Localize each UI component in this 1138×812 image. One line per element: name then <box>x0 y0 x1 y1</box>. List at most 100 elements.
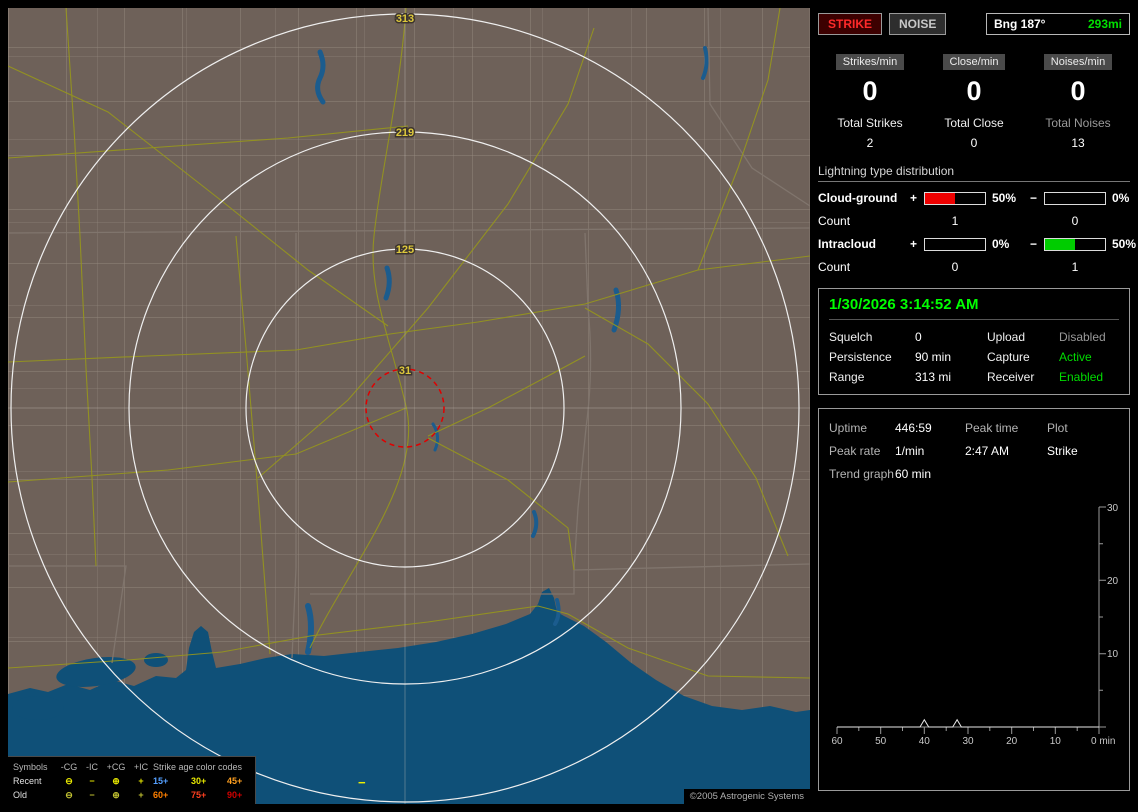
cg-positive-count: 1 <box>951 214 959 228</box>
ic-positive-count: 0 <box>951 260 959 274</box>
map-panel[interactable]: 313 219 125 31 − Symbols -CG -IC +CG +IC… <box>8 8 810 804</box>
x-tick-40: 40 <box>919 736 931 747</box>
rate-close: Close/min 0 Total Close 0 <box>922 54 1026 150</box>
status-panel: Uptime 446:59 Peak time Plot Peak rate 1… <box>818 408 1130 791</box>
copyright-text: ©2005 Astrogenic Systems <box>683 789 810 804</box>
distribution-title: Lightning type distribution <box>818 164 1130 182</box>
range-value: 313 mi <box>915 370 952 384</box>
plus-sign: + <box>910 237 918 251</box>
capture-label: Capture <box>987 350 1030 364</box>
cloud-ground-label: Cloud-ground <box>818 191 898 205</box>
cg-count-label: Count <box>818 214 851 228</box>
ring-label-31: 31 <box>399 365 411 377</box>
total-strikes-value: 2 <box>866 136 874 150</box>
trend-strike-trace <box>837 718 1099 728</box>
plot-label: Plot <box>1047 420 1068 435</box>
legend-row-recent-label: Recent <box>13 775 42 786</box>
x-tick-20: 20 <box>1006 736 1018 747</box>
bearing-readout: Bng 187° 293mi <box>986 13 1130 35</box>
age-15: 15+ <box>153 775 169 786</box>
trend-graph-label: Trend graph <box>829 466 894 481</box>
cg-negative-bar <box>1044 191 1106 205</box>
peak-time-value: 2:47 AM <box>965 443 1010 458</box>
noises-per-min-label: Noises/min <box>1043 54 1113 70</box>
age-45: 45+ <box>227 775 243 786</box>
cg-positive-bar <box>924 191 986 205</box>
datetime-display: 1/30/2026 3:14:52 AM <box>829 296 1119 320</box>
y-tick-30: 30 <box>1107 503 1119 514</box>
minus-ic-icon: − <box>89 775 95 786</box>
lake-west-3 <box>144 653 168 667</box>
ic-count-label: Count <box>818 260 851 274</box>
persistence-label: Persistence <box>829 350 892 364</box>
trend-graph-value: 60 min <box>895 466 932 481</box>
total-noises-label: Total Noises <box>1045 116 1111 130</box>
x-tick-50: 50 <box>875 736 887 747</box>
uptime-value: 446:59 <box>895 420 932 435</box>
legend-col-pcg: +CG <box>106 761 126 772</box>
state-borders <box>8 8 810 664</box>
x-tick-60: 60 <box>831 736 843 747</box>
squelch-value: 0 <box>915 330 922 344</box>
trend-x-ticks <box>836 727 1100 734</box>
ring-label-125: 125 <box>396 244 414 256</box>
nexstorm-window: 313 219 125 31 − Symbols -CG -IC +CG +IC… <box>0 0 1138 812</box>
bearing-label: Bng 187° <box>994 17 1046 31</box>
upload-label: Upload <box>987 330 1026 344</box>
y-tick-20: 20 <box>1107 576 1119 587</box>
trend-graph: 30 20 10 0 min 60 50 40 30 20 10 <box>831 503 1119 747</box>
y-tick-10: 10 <box>1107 649 1119 660</box>
x-tick-10: 10 <box>1050 736 1062 747</box>
rate-noises: Noises/min 0 Total Noises 13 <box>1026 54 1130 150</box>
strikes-per-min-value: 0 <box>862 76 878 106</box>
cg-positive-pct: 50% <box>992 191 1017 205</box>
receiver-label: Receiver <box>987 370 1035 384</box>
map-graphics: 313 219 125 31 − <box>8 8 810 804</box>
legend-col-pic: +IC <box>133 761 149 772</box>
peak-rate-label: Peak rate <box>829 443 881 458</box>
rivers <box>305 46 709 655</box>
minus-cg-icon: ⊖ <box>65 775 73 786</box>
legend-col-nic: -IC <box>86 761 98 772</box>
squelch-label: Squelch <box>829 330 873 344</box>
age-30: 30+ <box>191 775 207 786</box>
close-per-min-value: 0 <box>966 76 982 106</box>
map-legend: Symbols -CG -IC +CG +IC Strike age color… <box>8 756 256 804</box>
persistence-value: 90 min <box>915 350 952 364</box>
total-noises-value: 13 <box>1071 136 1085 150</box>
ring-label-219: 219 <box>396 127 414 139</box>
range-label: Range <box>829 370 865 384</box>
trend-y-ticks <box>1099 506 1106 728</box>
noise-toggle-button[interactable]: NOISE <box>889 13 947 35</box>
legend-symbols-header: Symbols <box>13 761 48 772</box>
settings-panel: 1/30/2026 3:14:52 AM Squelch 0 Upload Di… <box>818 288 1130 395</box>
upload-status: Disabled <box>1059 330 1106 344</box>
age-75: 75+ <box>191 789 207 800</box>
bearing-distance: 293mi <box>1087 17 1122 31</box>
toolbar: STRIKE NOISE Bng 187° 293mi <box>818 10 1130 38</box>
age-60: 60+ <box>153 789 169 800</box>
rate-strikes: Strikes/min 0 Total Strikes 2 <box>818 54 922 150</box>
peak-rate-value: 1/min <box>895 443 925 458</box>
x-tick-30: 30 <box>962 736 974 747</box>
age-90: 90+ <box>227 789 243 800</box>
minus-ic-icon: − <box>89 789 95 800</box>
receiver-status: Enabled <box>1059 370 1104 384</box>
origin-tick: 0 min <box>1091 736 1115 747</box>
ic-negative-count: 1 <box>1071 260 1079 274</box>
plus-ic-icon: + <box>138 789 144 800</box>
ic-negative-bar-fill <box>1045 238 1075 250</box>
minus-sign: − <box>1030 237 1038 251</box>
strikes-per-min-label: Strikes/min <box>835 54 905 70</box>
ring-label-313: 313 <box>396 13 414 25</box>
distribution-panel: Lightning type distribution Cloud-ground… <box>818 164 1136 274</box>
rates-panel: Strikes/min 0 Total Strikes 2 Close/min … <box>818 54 1130 150</box>
plus-cg-icon: ⊕ <box>112 789 120 800</box>
strike-toggle-button[interactable]: STRIKE <box>818 13 883 35</box>
plus-cg-icon: ⊕ <box>112 775 120 786</box>
uptime-label: Uptime <box>829 420 868 435</box>
ic-positive-pct: 0% <box>992 237 1010 251</box>
plot-value: Strike <box>1047 443 1078 458</box>
legend-col-ncg: -CG <box>60 761 78 772</box>
strike-symbol: − <box>358 775 366 790</box>
